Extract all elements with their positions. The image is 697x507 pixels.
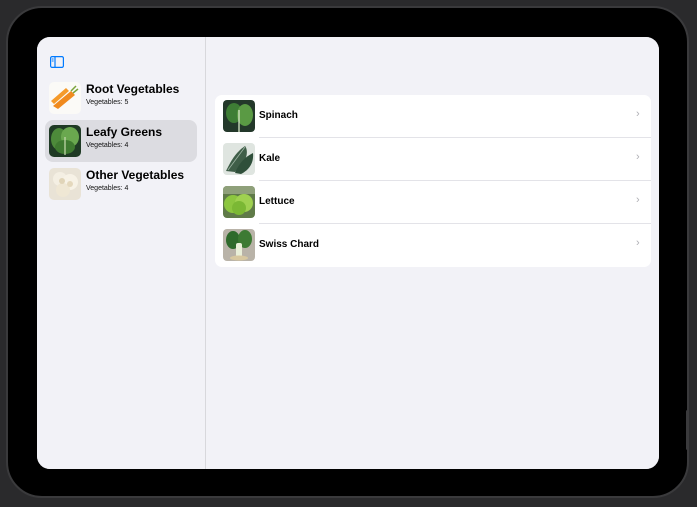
category-title: Other Vegetables xyxy=(86,168,185,182)
category-title: Leafy Greens xyxy=(86,125,163,139)
chevron-right-icon: › xyxy=(636,194,640,206)
kale-thumbnail xyxy=(223,143,255,175)
list-item-kale[interactable]: Kale › xyxy=(215,138,651,181)
sidebar-item-other-vegetables[interactable]: Other Vegetables Vegetables: 4 xyxy=(45,163,197,205)
volume-button xyxy=(686,410,689,450)
other-vegetables-thumbnail xyxy=(49,168,81,200)
spinach-thumbnail xyxy=(223,100,255,132)
detail-pane: Spinach › Kale › Lettuce › Swiss Chard › xyxy=(206,37,659,469)
list-item-spinach[interactable]: Spinach › xyxy=(215,95,651,138)
item-label: Swiss Chard xyxy=(259,239,320,250)
category-count: Vegetables: 4 xyxy=(86,185,129,192)
sidebar-left-icon[interactable] xyxy=(50,56,64,68)
sidebar-item-root-vegetables[interactable]: Root Vegetables Vegetables: 5 xyxy=(45,77,197,119)
sidebar-item-leafy-greens[interactable]: Leafy Greens Vegetables: 4 xyxy=(45,120,197,162)
item-label: Kale xyxy=(259,153,281,164)
item-label: Lettuce xyxy=(259,196,295,207)
swiss-chard-thumbnail xyxy=(223,229,255,261)
vegetable-list: Spinach › Kale › Lettuce › Swiss Chard › xyxy=(215,95,651,267)
app-window: Root Vegetables Vegetables: 5 Leafy Gree… xyxy=(37,37,659,469)
category-title: Root Vegetables xyxy=(86,82,180,96)
item-label: Spinach xyxy=(259,110,298,121)
chevron-right-icon: › xyxy=(636,237,640,249)
chevron-right-icon: › xyxy=(636,151,640,163)
list-item-lettuce[interactable]: Lettuce › xyxy=(215,181,651,224)
category-count: Vegetables: 4 xyxy=(86,142,129,149)
carrot-thumbnail xyxy=(49,82,81,114)
sidebar: Root Vegetables Vegetables: 5 Leafy Gree… xyxy=(37,37,206,469)
chevron-right-icon: › xyxy=(636,108,640,120)
lettuce-thumbnail xyxy=(223,186,255,218)
list-item-swiss-chard[interactable]: Swiss Chard › xyxy=(215,224,651,267)
category-count: Vegetables: 5 xyxy=(86,99,129,106)
leafy-greens-thumbnail xyxy=(49,125,81,157)
